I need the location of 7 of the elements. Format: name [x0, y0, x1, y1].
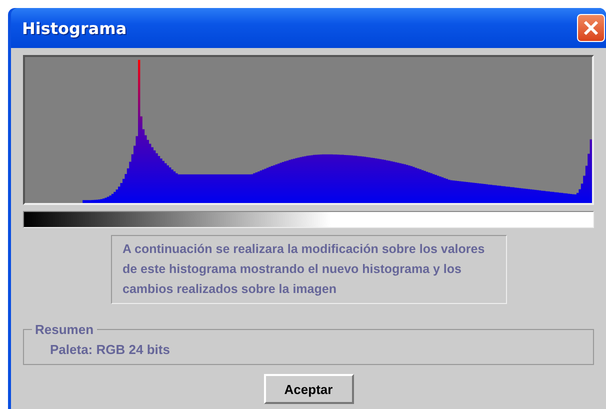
close-button[interactable]: [577, 14, 605, 42]
window-title: Histograma: [22, 18, 127, 38]
palette-label: Paleta: RGB 24 bits: [50, 342, 170, 357]
group-title: Resumen: [34, 322, 95, 337]
accept-button[interactable]: Aceptar: [264, 374, 354, 404]
close-icon: [582, 19, 600, 37]
info-message: A continuación se realizara la modificación sobre los valores de este histograma mostrando el nuevo histograma y los cambios realizados sobre la imagen: [110, 235, 506, 304]
